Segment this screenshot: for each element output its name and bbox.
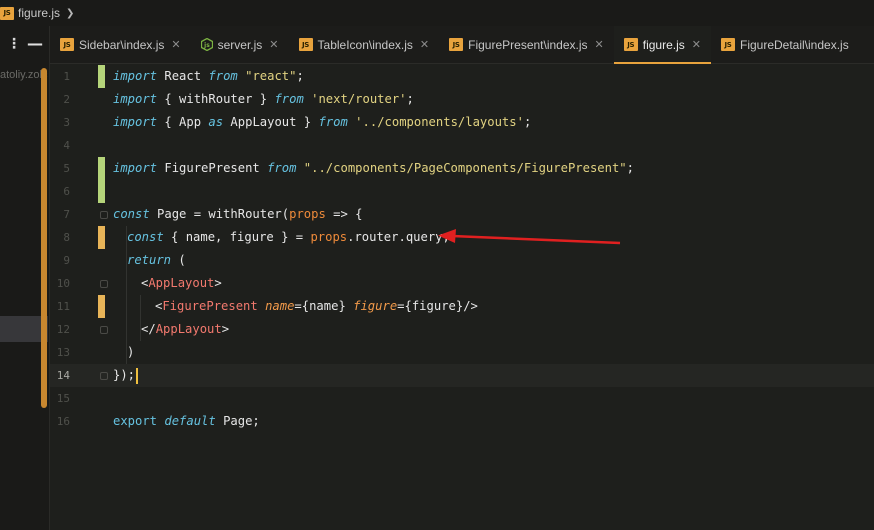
arrow-head [438,229,456,243]
annotation-arrow [438,229,621,245]
arrow-shaft [451,234,621,245]
